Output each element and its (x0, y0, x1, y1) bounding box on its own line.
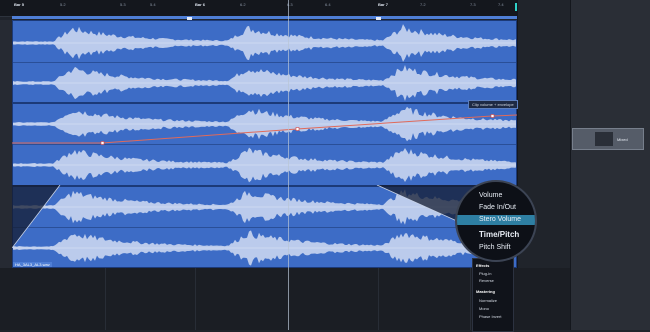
beat-label: 5.4 (150, 2, 156, 7)
envelope-point (100, 141, 105, 145)
mini-clip-thumbnail[interactable]: Mixed (572, 128, 644, 150)
grid-line (378, 268, 379, 330)
menu-item-volume[interactable]: Volume (457, 192, 535, 199)
envelope-point (295, 127, 300, 131)
menu-item-pitch-shift[interactable]: Pitch Shift (457, 244, 535, 251)
mini-clip-label: Mixed (617, 137, 628, 142)
beat-label: 5.2 (60, 2, 66, 7)
menu-section-mastering: Mastering (476, 289, 495, 294)
bar-label: Bar 6 (195, 2, 206, 7)
inspector-panel (570, 0, 650, 330)
beat-label: 6.4 (325, 2, 331, 7)
playhead[interactable] (288, 0, 289, 330)
beat-label: 6.2 (240, 2, 246, 7)
menu-section-time-pitch: Time/Pitch (479, 230, 520, 239)
menu-section-effects: Effects (476, 263, 490, 268)
grid-line (195, 268, 196, 330)
menu-magnifier: Volume Fade In/Out Stero Volume Time/Pit… (455, 180, 537, 262)
envelope-point (490, 114, 495, 118)
waveform-thumbnail-icon (595, 132, 613, 146)
grid-line (105, 268, 106, 330)
clip-name-label[interactable]: HA_3AL3_AL3.wav (13, 262, 52, 267)
grid-line (470, 268, 471, 330)
beat-label: 7.2 (420, 2, 426, 7)
timeline-ruler[interactable]: Bar 5 5.2 5.3 5.4 Bar 6 6.2 6.3 6.4 Bar … (0, 0, 572, 17)
menu-item-mono[interactable]: Mono (479, 306, 489, 311)
clip-volume-tooltip: Clip volume + envelope (468, 100, 518, 109)
bar-label: Bar 5 (14, 2, 25, 7)
bar-label: Bar 7 (378, 2, 389, 7)
envelope-line (12, 114, 517, 144)
menu-item-normalize[interactable]: Normalize (479, 298, 497, 303)
beat-label: 5.3 (120, 2, 126, 7)
menu-item-plugin[interactable]: Plug-in (479, 271, 491, 276)
volume-envelope[interactable] (12, 20, 517, 268)
loop-range-bar[interactable] (12, 16, 517, 19)
menu-item-reverse[interactable]: Reverse (479, 278, 494, 283)
beat-label: 7.4 (498, 2, 504, 7)
menu-item-phase-invert[interactable]: Phase Invert (479, 314, 501, 319)
beat-label: 7.3 (470, 2, 476, 7)
context-menu[interactable]: Effects Plug-in Reverse Mastering Normal… (472, 258, 514, 332)
menu-item-stereo-volume[interactable]: Stero Volume (457, 215, 535, 225)
menu-item-fade-in-out[interactable]: Fade In/Out (457, 204, 535, 211)
